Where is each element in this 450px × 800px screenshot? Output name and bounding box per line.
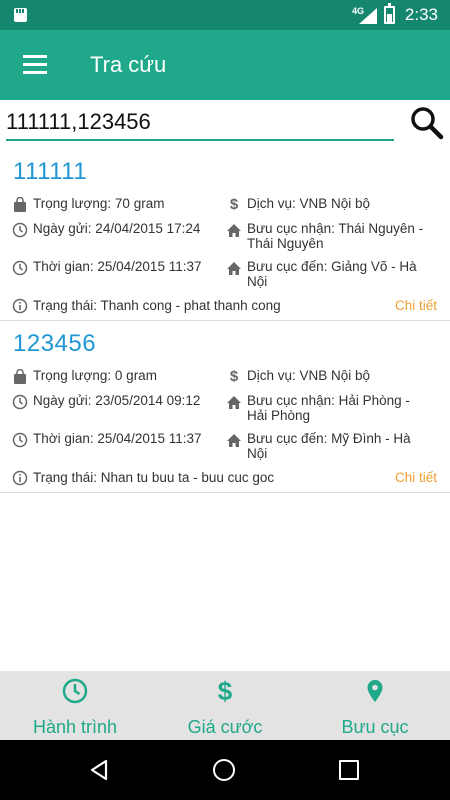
status-text: Trạng thái: Nhan tu buu ta - buu cuc goc (33, 470, 275, 485)
result-card[interactable]: 111111 Trọng lượng: 70 gram $ Dịch vụ: V… (0, 150, 450, 321)
weight-text: Trọng lượng: 0 gram (33, 368, 157, 383)
system-navigation-bar (0, 740, 450, 800)
result-card[interactable]: 123456 Trọng lượng: 0 gram $ Dịch vụ: VN… (0, 321, 450, 493)
battery-icon (384, 3, 395, 24)
back-icon[interactable] (88, 759, 110, 781)
search-input[interactable] (6, 105, 394, 141)
home-icon (227, 396, 241, 409)
service-text: Dịch vụ: VNB Nội bộ (247, 368, 371, 383)
sent-date-text: Ngày gửi: 23/05/2014 09:12 (33, 393, 201, 408)
clock-icon (12, 260, 28, 276)
status-text: Trạng thái: Thanh cong - phat thanh cong (33, 298, 281, 313)
service-text: Dịch vụ: VNB Nội bộ (247, 196, 371, 211)
weight-bag-icon (14, 369, 26, 384)
status-bar: 4G 2:33 (0, 0, 450, 30)
clock-icon (12, 222, 28, 238)
home-icon (227, 434, 241, 447)
nav-label: Bưu cục (341, 717, 409, 737)
sent-date-text: Ngày gửi: 24/04/2015 17:24 (33, 221, 201, 236)
home-icon (227, 224, 241, 237)
receiving-office-text: Bưu cục nhận: Thái Nguyên - Thái Nguyên (247, 221, 424, 251)
location-pin-icon (367, 680, 383, 702)
search-icon[interactable] (410, 106, 444, 140)
nav-label: Hành trình (32, 717, 118, 737)
time-text: Thời gian: 25/04/2015 11:37 (33, 431, 202, 446)
nav-buu-cuc[interactable]: Bưu cục (300, 671, 450, 740)
destination-office-text: Bưu cục đến: Mỹ Đình - Hà Nội (247, 431, 411, 461)
clock-icon (62, 678, 88, 704)
info-icon (12, 470, 28, 486)
page-title: Tra cứu (90, 52, 167, 77)
sd-card-icon (14, 8, 27, 22)
clock-icon (12, 394, 28, 410)
results-list: 111111 Trọng lượng: 70 gram $ Dịch vụ: V… (0, 150, 450, 493)
detail-link[interactable]: Chi tiết (395, 470, 437, 485)
dollar-icon: $ (229, 196, 239, 213)
destination-office-text: Bưu cục đến: Giảng Võ - Hà Nội (247, 259, 417, 289)
detail-link[interactable]: Chi tiết (395, 298, 437, 313)
search-bar (0, 100, 450, 150)
hamburger-menu-icon[interactable] (23, 55, 47, 75)
receiving-office-text: Bưu cục nhận: Hải Phòng - Hải Phòng (247, 393, 410, 423)
signal-icon (359, 8, 377, 24)
home-icon (227, 262, 241, 275)
dollar-icon: $ (217, 676, 233, 706)
tracking-code: 111111 (13, 158, 88, 185)
clock-icon (12, 432, 28, 448)
clock-time: 2:33 (404, 5, 438, 24)
tracking-code: 123456 (13, 330, 97, 357)
bottom-navigation: Hành trình $ Giá cước Bưu cục (0, 671, 450, 740)
nav-hanh-trinh[interactable]: Hành trình (0, 671, 150, 740)
dollar-icon: $ (229, 368, 239, 385)
nav-label: Giá cước (187, 717, 263, 737)
recent-apps-icon[interactable] (339, 760, 359, 780)
home-button-icon[interactable] (213, 759, 235, 781)
nav-gia-cuoc[interactable]: $ Giá cước (150, 671, 300, 740)
app-toolbar: Tra cứu (0, 30, 450, 100)
info-icon (12, 298, 28, 314)
weight-bag-icon (14, 197, 26, 212)
time-text: Thời gian: 25/04/2015 11:37 (33, 259, 202, 274)
weight-text: Trọng lượng: 70 gram (33, 196, 165, 211)
